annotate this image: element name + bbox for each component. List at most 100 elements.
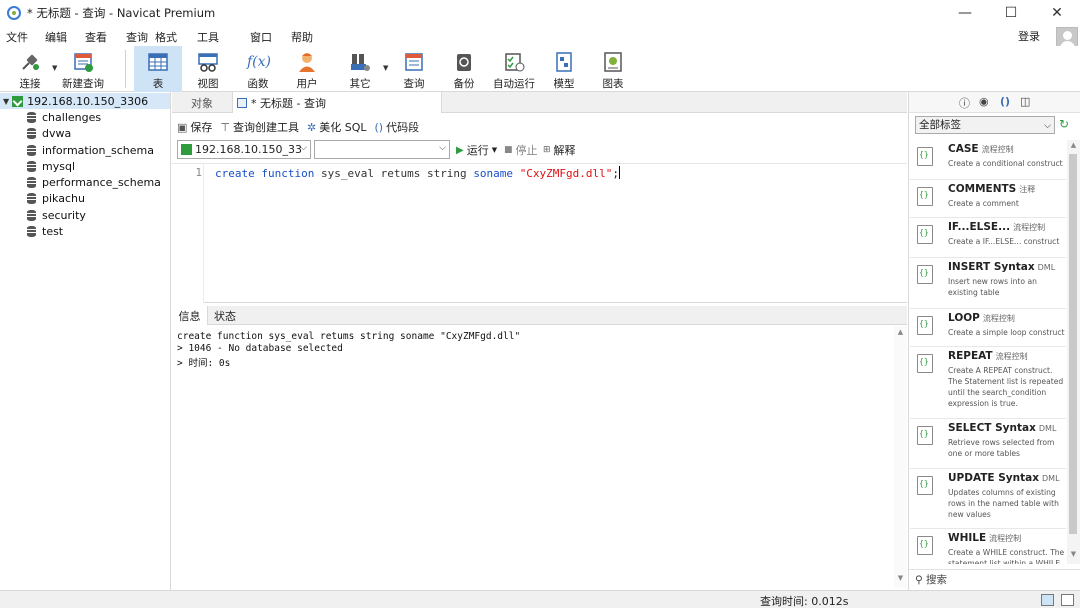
database-item[interactable]: security (27, 207, 86, 223)
database-item[interactable]: test (27, 223, 63, 239)
query-icon (403, 51, 425, 73)
run-dropdown-arrow[interactable]: ▼ (492, 146, 497, 154)
close-button[interactable]: ✕ (1034, 0, 1080, 26)
snippet-icon: () (374, 120, 384, 134)
database-item[interactable]: dvwa (27, 125, 71, 141)
new-query-icon (72, 51, 94, 73)
tag-filter-select[interactable]: 全部标签 ⌵ (915, 116, 1055, 134)
tab-status[interactable]: 状态 (208, 306, 242, 325)
toolbar-model-button[interactable]: 模型 (544, 46, 584, 92)
save-button[interactable]: ▣ 保存 (177, 119, 212, 135)
snippet-scrollbar[interactable]: ▲ ▼ (1067, 140, 1080, 564)
snippet-item[interactable]: IF...ELSE...流程控制 Create a IF...ELSE... c… (910, 218, 1066, 258)
message-line: create function sys_eval retums string s… (177, 331, 521, 342)
scroll-down-icon[interactable]: ▼ (894, 574, 907, 586)
scroll-up-icon[interactable]: ▲ (894, 328, 907, 340)
sql-editor[interactable]: 1 create function sys_eval retums string… (172, 163, 907, 303)
menu-view[interactable]: 查看 (85, 29, 107, 45)
explain-button[interactable]: ⊞ 解释 (543, 142, 576, 158)
layout-toggle-left-icon[interactable] (1041, 594, 1054, 606)
snippet-icon (917, 316, 933, 335)
tab-objects[interactable]: 对象 (172, 92, 232, 113)
model-icon (553, 51, 575, 73)
toolbar-new-query-button[interactable]: 新建查询 (60, 46, 106, 92)
tab-query[interactable]: * 无标题 - 查询 (232, 92, 442, 113)
connection-icon (19, 51, 41, 73)
snippet-item[interactable]: REPEAT流程控制 Create A REPEAT construct. Th… (910, 347, 1066, 419)
tab-info[interactable]: 信息 (172, 306, 208, 325)
mysql-connection-icon (12, 95, 24, 107)
toolbar-backup-button[interactable]: 备份 (444, 46, 484, 92)
message-line: > 时间: 0s (177, 358, 231, 369)
snippet-item[interactable]: SELECT SyntaxDML Retrieve rows selected … (910, 419, 1066, 469)
toolbar-view-button[interactable]: 视图 (188, 46, 228, 92)
scroll-down-icon[interactable]: ▼ (1067, 550, 1080, 562)
template-icon[interactable]: ◫ (1020, 95, 1030, 108)
message-scrollbar[interactable]: ▲ ▼ (894, 326, 907, 588)
menu-tools[interactable]: 工具 (197, 29, 219, 45)
refresh-icon[interactable]: ↻ (1059, 117, 1069, 131)
query-builder-button[interactable]: ⊤ 查询创建工具 (220, 119, 299, 135)
database-select[interactable]: ⌵ (314, 140, 450, 159)
beautify-sql-button[interactable]: ✲ 美化 SQL (307, 119, 366, 135)
login-link[interactable]: 登录 (1018, 28, 1040, 44)
toolbar-table-button[interactable]: 表 (134, 46, 182, 92)
database-icon (27, 111, 36, 123)
code-snippet-icon[interactable]: () (1000, 95, 1010, 108)
toolbar-user-button[interactable]: 用户 (287, 46, 327, 92)
menu-window[interactable]: 窗口 (250, 29, 272, 45)
snippet-search[interactable]: ⚲ 搜索 (909, 569, 1080, 589)
menu-file[interactable]: 文件 (6, 29, 28, 45)
query-toolbar: ▣ 保存 ⊤ 查询创建工具 ✲ 美化 SQL () 代码段 (172, 117, 907, 137)
explain-icon: ⊞ (543, 145, 551, 155)
database-item[interactable]: mysql (27, 158, 75, 174)
scrollbar-thumb[interactable] (1069, 154, 1077, 534)
sql-code-line[interactable]: create function sys_eval retums string s… (215, 166, 621, 180)
toolbar-function-button[interactable]: f(x) 函数 (238, 46, 278, 92)
connection-dropdown-arrow[interactable]: ▼ (52, 64, 57, 72)
snippet-item[interactable]: CASE流程控制 Create a conditional construct (910, 140, 1066, 180)
connection-navigator: ▼ 192.168.10.150_3306 challenges dvwa in… (0, 92, 171, 596)
toolbar-chart-button[interactable]: 图表 (593, 46, 633, 92)
toolbar-connection-button[interactable]: 连接 (10, 46, 50, 92)
snippet-item[interactable]: WHILE流程控制 Create a WHILE construct. The … (910, 529, 1066, 564)
database-item[interactable]: performance_schema (27, 174, 161, 190)
database-icon (27, 209, 36, 221)
snippet-item[interactable]: UPDATE SyntaxDML Updates columns of exis… (910, 469, 1066, 529)
info-icon[interactable]: ⓘ (959, 95, 970, 111)
toolbar-auto-run-button[interactable]: 自动运行 (492, 46, 536, 92)
menu-query[interactable]: 查询 (126, 29, 148, 45)
snippet-item[interactable]: COMMENTS注释 Create a comment (910, 180, 1066, 218)
snippet-item[interactable]: INSERT SyntaxDML Insert new rows into an… (910, 258, 1066, 309)
database-item[interactable]: challenges (27, 109, 101, 125)
query-time-status: 查询时间: 0.012s (760, 595, 849, 608)
other-dropdown-arrow[interactable]: ▼ (383, 64, 388, 72)
preview-eye-icon[interactable]: ◉ (979, 95, 989, 108)
minimize-button[interactable]: — (942, 0, 988, 26)
database-icon (27, 160, 36, 172)
maximize-button[interactable]: ☐ (988, 0, 1034, 26)
toolbar-other-button[interactable]: 其它 (340, 46, 380, 92)
toolbar-query-button[interactable]: 查询 (394, 46, 434, 92)
tab-query-label: * 无标题 - 查询 (251, 96, 326, 110)
menu-edit[interactable]: 编辑 (45, 29, 67, 45)
menu-help[interactable]: 帮助 (291, 29, 313, 45)
collapse-arrow-icon[interactable]: ▼ (3, 97, 9, 106)
database-item[interactable]: pikachu (27, 190, 85, 206)
run-button[interactable]: ▶ 运行 ▼ (456, 142, 497, 158)
snippet-item[interactable]: LOOP流程控制 Create a simple loop construct (910, 309, 1066, 347)
connection-select[interactable]: 192.168.10.150_3306 ⌵ (177, 140, 311, 159)
scroll-up-icon[interactable]: ▲ (1067, 141, 1080, 153)
menu-format[interactable]: 格式 (155, 29, 177, 45)
connection-node[interactable]: ▼ 192.168.10.150_3306 (0, 93, 170, 109)
layout-toggle-right-icon[interactable] (1061, 594, 1074, 606)
query-tab-icon (237, 97, 247, 108)
chevron-down-icon: ⌵ (300, 143, 307, 153)
snippet-icon (917, 354, 933, 373)
code-snippet-button[interactable]: () 代码段 (374, 119, 419, 135)
line-number: 1 (195, 166, 202, 179)
play-icon: ▶ (456, 144, 464, 156)
database-item[interactable]: information_schema (27, 142, 154, 158)
database-icon (27, 192, 36, 204)
stop-button[interactable]: ■ 停止 (504, 142, 538, 158)
